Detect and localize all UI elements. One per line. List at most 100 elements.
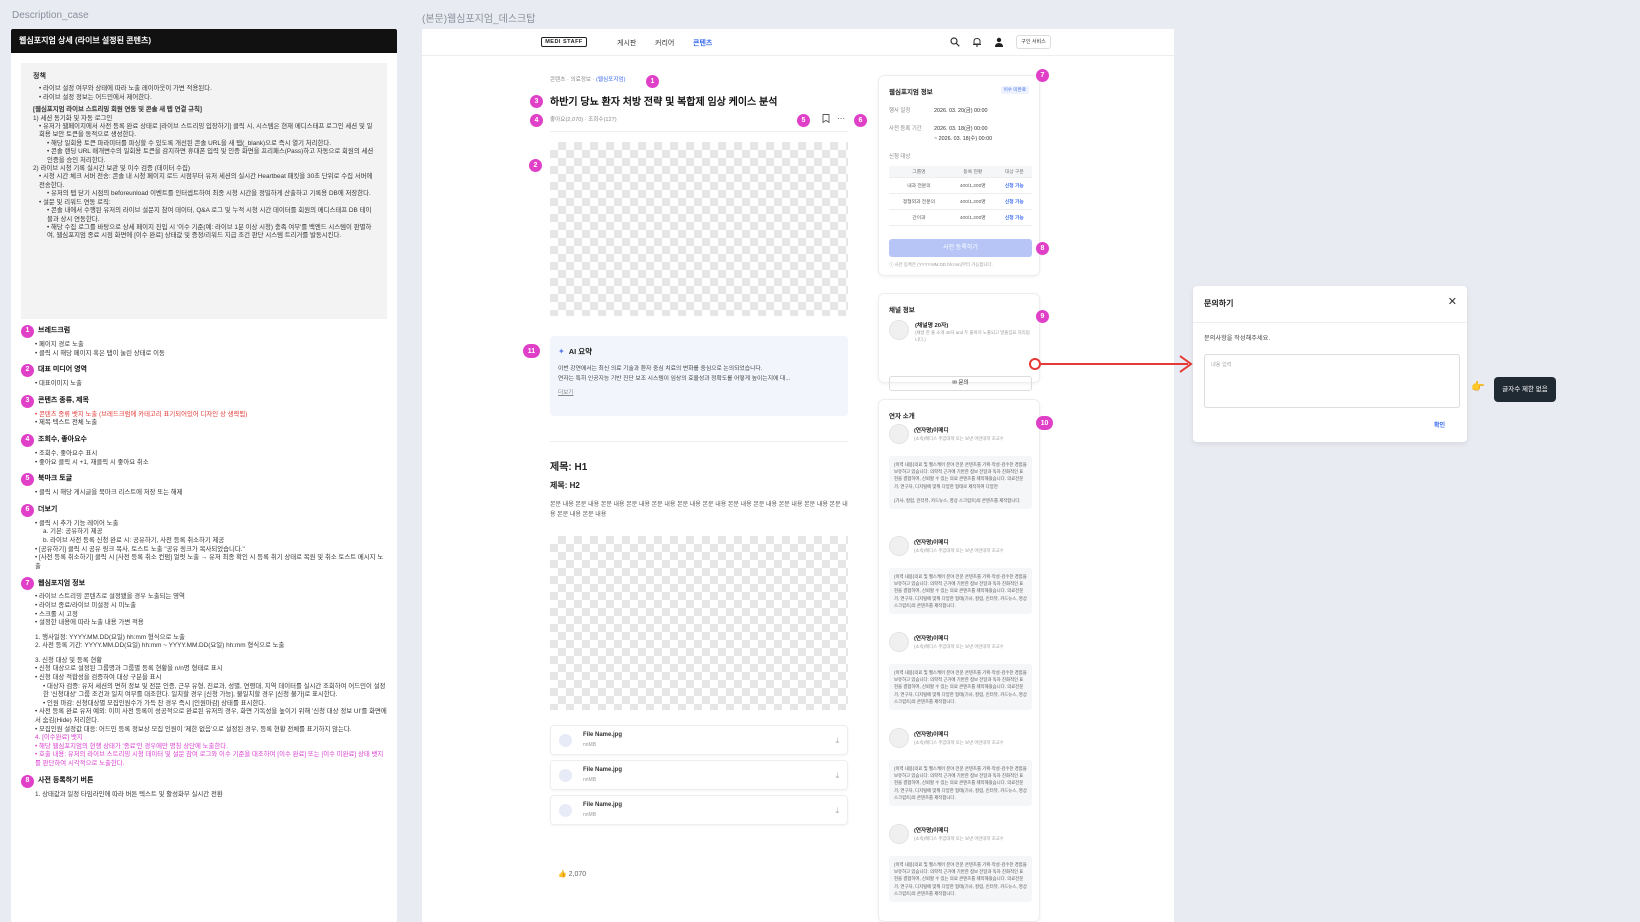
- target-table: 그룹명 등록 현황 대상 구분 내과 전문의 400/1,200명 신청 가능 정형외과…: [889, 166, 1032, 226]
- table-cell: 정형외과 전문의: [889, 193, 949, 210]
- file-attachment[interactable]: File Name.jpg nnMB ⤓: [550, 795, 848, 825]
- section-number-badge: 3: [21, 394, 34, 408]
- download-icon[interactable]: ⤓: [835, 736, 839, 746]
- search-icon[interactable]: [949, 36, 961, 48]
- confirm-button[interactable]: 확인: [1434, 420, 1445, 429]
- webinar-info-title: 웹심포지엄 정보: [889, 89, 933, 96]
- registration-period-label: 사전 등록 기간: [889, 126, 922, 132]
- attachment-icon: [559, 734, 572, 747]
- close-icon[interactable]: ✕: [1448, 295, 1457, 308]
- marker-1: 1: [646, 75, 659, 88]
- file-name: File Name.jpg: [583, 802, 623, 808]
- section-line: a. 기본: 공유하기 제공: [43, 528, 103, 536]
- table-cell: 간이과: [889, 209, 949, 226]
- section-heading: 1 브레드크럼: [21, 325, 387, 338]
- policy-line: • 콘솔 랜딩 URL 매개변수의 일회용 토큰을 감지하면 휴대폰 입력 및 …: [47, 148, 374, 164]
- table-row: 내과 전문의 400/1,200명 신청 가능: [889, 177, 1032, 194]
- breadcrumb-item-current[interactable]: (웹심포지엄): [596, 77, 625, 83]
- section-number-badge: 4: [21, 433, 34, 447]
- target-label: 신청 대상: [889, 154, 911, 160]
- description-section: 6 더보기 • 클릭 시 추가 기능 레이어 노출 a. 기본: 공유하기 제공 b. …: [21, 503, 387, 572]
- table-row: 정형외과 전문의 400/1,200명 신청 가능: [889, 193, 1032, 210]
- speaker-avatar: [889, 632, 909, 652]
- more-icon[interactable]: ⋯: [836, 113, 846, 123]
- speaker-affiliation: (소속)메디스 주임대학 또는 보낸 어떤대학 조교수: [914, 548, 1004, 553]
- bell-icon[interactable]: [971, 36, 983, 48]
- section-title: 북마크 토글: [38, 475, 73, 483]
- like-count: 2,070: [568, 871, 587, 878]
- policy-line: • 라이브 설정 정보는 어드민에서 제어한다.: [39, 93, 152, 101]
- section-heading: 4 조회수, 좋아요수: [21, 433, 387, 447]
- section-number-badge: 1: [21, 325, 34, 338]
- section-heading: 5 북마크 토글: [21, 473, 387, 487]
- body-text: 본문 내용 본문 내용 본문 내용 본문 내용 본문 내용 본문 내용 본문 내…: [550, 502, 848, 518]
- section-line: • 클릭 시 해당 게시글을 북마크 리스트에 저장 또는 해제: [35, 489, 183, 497]
- job-service-button[interactable]: 구인 서비스: [1016, 35, 1051, 49]
- section-title: 사전 등록하기 버튼: [38, 776, 94, 784]
- speaker-name: (연자명)이메디: [914, 540, 949, 546]
- ai-summary-text-1: 이번 강연에서는 최신 의료 기술과 환자 중심 치료의 변화를 중심으로 논의…: [558, 366, 763, 372]
- speaker-affiliation: (소속)메디스 주임대학 또는 보낸 어떤대학 조교수: [914, 644, 1004, 649]
- speaker-bio: (이력 내용)의료 및 헬스케어 분야 전문 콘텐츠를 기획·작성·검수한 경험…: [889, 664, 1032, 711]
- ai-summary-title-text: AI 요약: [568, 347, 593, 356]
- section-line: • 설정한 내용에 따라 노출 내용 가변 적용: [35, 619, 144, 627]
- section-heading: 8 사전 등록하기 버튼: [21, 774, 387, 788]
- section-title: 브레드크럼: [38, 327, 71, 335]
- section-line: • 라이브 스트리밍 콘텐츠로 설정됐을 경우 노출되는 영역: [35, 593, 185, 601]
- description-section: 8 사전 등록하기 버튼 1. 상태값과 일정 타임라인에 따라 버튼 텍스트 및 …: [21, 774, 387, 800]
- inquiry-button[interactable]: ✉ 문의: [889, 376, 1032, 391]
- registration-period-end: ~ 2026. 03. 18(수) 00:00: [934, 136, 993, 142]
- section-line: • 호출 내용: 유저의 라이브 스트리밍 시청 데이터 및 설문 참여 로그와…: [35, 751, 384, 767]
- speaker-avatar: [889, 424, 909, 444]
- table-header: 대상 구분: [996, 166, 1032, 178]
- policy-line: • 설문 및 리워드 연동 로직:: [39, 198, 111, 206]
- speakers-title: 연자 소개: [889, 413, 915, 420]
- page-title: 하반기 당뇨 환자 처방 전략 및 복합제 임상 케이스 분석: [550, 97, 778, 108]
- inquiry-textarea[interactable]: 내용 입력: [1204, 354, 1460, 408]
- top-nav: MEDI STAFF 게시판 커리어 콘텐츠 구인 서비스: [422, 29, 1174, 56]
- bookmark-icon[interactable]: [821, 113, 831, 123]
- policy-line: • 해당 수집 로그를 바탕으로 상세 페이지 진입 시 '이수 기준(예: 라…: [47, 223, 372, 240]
- registration-period-start: 2026. 03. 18(금) 00:00: [934, 126, 988, 132]
- speaker-card: (연자명)이메디 (소속)메디스 주임대학 또는 보낸 어떤대학 조교수 (이력…: [889, 824, 1032, 903]
- nav-content[interactable]: 콘텐츠: [693, 38, 712, 48]
- dialog-divider: [1193, 322, 1467, 323]
- nav-career[interactable]: 커리어: [655, 38, 674, 48]
- speaker-name: (연자명)이메디: [914, 428, 949, 434]
- event-date-value: 2026. 03. 20(금) 00:00: [934, 108, 988, 114]
- attachment-icon: [559, 804, 572, 817]
- like-button[interactable]: 👍 2,070: [558, 870, 586, 878]
- medistaff-logo[interactable]: MEDI STAFF: [541, 37, 587, 47]
- description-section: 1 브레드크럼 • 페이지 경로 노출 • 클릭 시 해당 페이지 혹은 탭이 눌린 …: [21, 325, 387, 358]
- likes-views-meta: 좋아요(2,070) · 조회수(127): [550, 117, 617, 123]
- section-line: • [사전 등록 취소하기] 클릭 시 [사전 등록 취소 컨펌] 얼럿 노출 …: [35, 554, 384, 570]
- file-attachment[interactable]: File Name.jpg nnMB ⤓: [550, 760, 848, 790]
- policy-line: • 시청 시간 체크 서버 전송: 콘솔 내 시청 페이지 로드 시점부터 유저…: [39, 173, 373, 189]
- download-icon[interactable]: ⤓: [835, 771, 839, 781]
- section-line: • 스크롤 시 고정: [35, 610, 78, 618]
- section-line: 1. 상태값과 일정 타임라인에 따라 버튼 텍스트 및 활성화부 실시간 전환: [35, 790, 223, 798]
- policy-line: • 유저의 탭 닫기 시점의 beforeunload 이벤트를 인터셉트하여 …: [47, 190, 371, 198]
- speaker-card: (연자명)이메디 (소속)메디스 주임대학 또는 보낸 어떤대학 조교수 (이력…: [889, 728, 1032, 807]
- file-attachment[interactable]: File Name.jpg nnMB ⤓: [550, 725, 848, 755]
- breadcrumb-item[interactable]: 의료정보: [570, 77, 591, 83]
- channel-info-panel: 채널 정보 (채널명 20자) (채널 한 줄 소개 40자 and 두 줄까지…: [878, 293, 1040, 391]
- description-panel: 웹심포지엄 상세 (라이브 설정된 콘텐츠) 정책 • 라이브 설정 여부와 상…: [11, 29, 397, 922]
- nav-board[interactable]: 게시판: [617, 38, 636, 48]
- file-size: nnMB: [583, 812, 597, 818]
- main-media-placeholder: [550, 142, 848, 316]
- divider: [550, 441, 848, 442]
- speaker-bio: (이력 내용)의료 및 헬스케어 분야 전문 콘텐츠를 기획·작성·검수한 경험…: [889, 760, 1032, 807]
- description-section: 7 웹심포지엄 정보 • 라이브 스트리밍 콘텐츠로 설정됐을 경우 노출되는 영역…: [21, 577, 387, 768]
- pre-register-button[interactable]: 사전 등록하기: [889, 239, 1032, 257]
- status-cell: 신청 가능: [996, 193, 1032, 210]
- download-icon[interactable]: ⤓: [835, 806, 839, 816]
- file-size: nnMB: [583, 742, 597, 748]
- ai-more-link[interactable]: 더보기: [558, 388, 840, 396]
- section-heading: 7 웹심포지엄 정보: [21, 577, 387, 591]
- user-icon[interactable]: [993, 36, 1005, 48]
- marker-6: 6: [854, 114, 867, 127]
- policy-line: [웹심포지엄 라이브 스트리밍 회원 연동 및 콘솔 새 탭 연결 규칙]: [33, 106, 202, 114]
- breadcrumb-item[interactable]: 콘텐츠: [550, 77, 565, 83]
- description-section: 3 콘텐츠 종류, 제목 • 콘텐츠 종류 뱃지 노출 (브레드크럼에 카테고리 표…: [21, 394, 387, 428]
